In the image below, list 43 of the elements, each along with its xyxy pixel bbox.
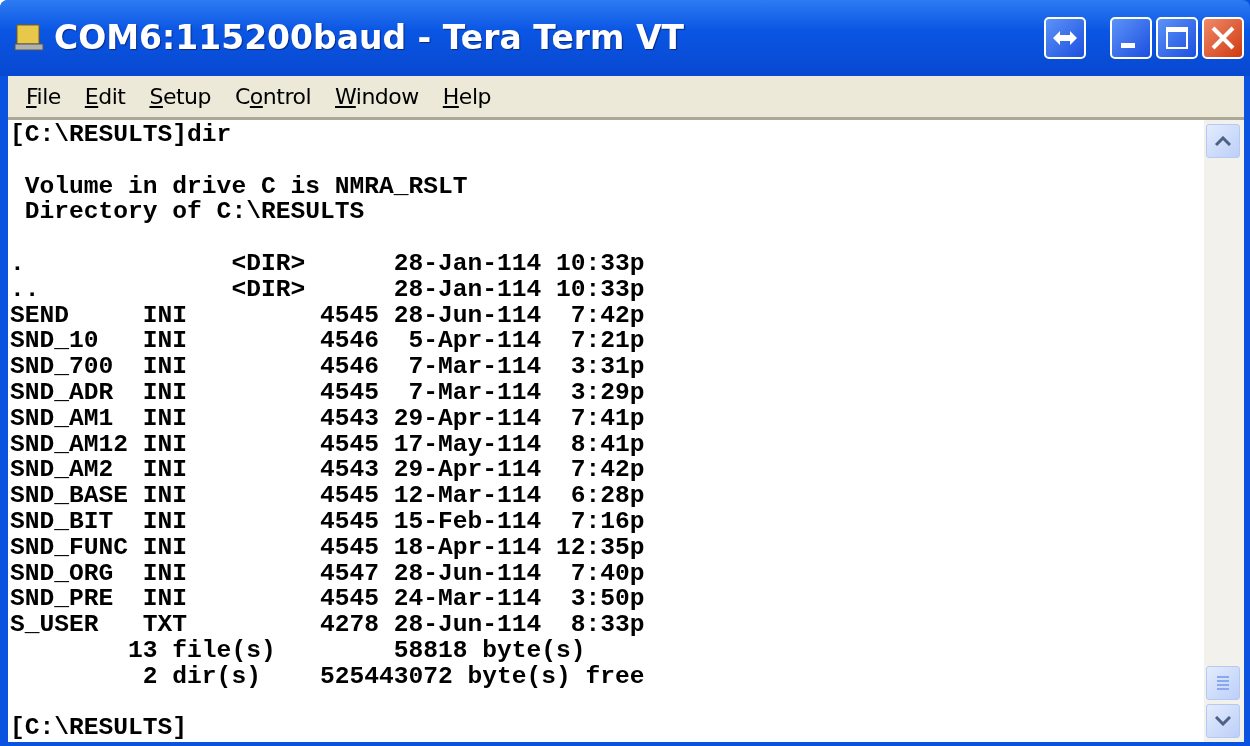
terminal-line: S_USER TXT 4278 28-Jun-114 8:33p xyxy=(10,612,646,638)
close-icon xyxy=(1210,25,1236,51)
menu-item[interactable]: File xyxy=(14,80,73,113)
terminal-line: 2 dir(s) 525443072 byte(s) free xyxy=(141,663,646,690)
grip-icon xyxy=(1216,675,1230,691)
terminal-line: . <DIR> 28-Jan-114 10:33p xyxy=(10,251,646,277)
maximize-button[interactable] xyxy=(1156,17,1198,59)
menu-item[interactable]: Help xyxy=(430,80,503,113)
menu-item[interactable]: Control xyxy=(223,80,324,113)
menu-item[interactable]: Setup xyxy=(137,80,223,113)
terminal-line: SND_ADR INI 4545 7-Mar-114 3:29p xyxy=(10,379,646,406)
terminal-line: Volume in drive C is NMRA_RSLT xyxy=(23,173,469,200)
terminal-line: SND_AM12 INI 4545 17-May-114 8:41p xyxy=(10,431,646,458)
terminal-line: Directory of C:\RESULTS xyxy=(23,199,366,226)
terminal-line: SEND INI 4545 28-Jun-114 7:42p xyxy=(10,302,646,329)
terminal-line: [C:\RESULTS]dir xyxy=(10,122,233,148)
minimize-button[interactable] xyxy=(1110,17,1152,59)
terminal-line: SND_ORG INI 4547 28-Jun-114 7:40p xyxy=(10,560,646,587)
terminal-line: SND_AM2 INI 4543 29-Apr-114 7:42p xyxy=(10,457,646,484)
terminal-line: SND_FUNC INI 4545 18-Apr-114 12:35p xyxy=(10,534,646,561)
terminal-line: SND_BASE INI 4545 12-Mar-114 6:28p xyxy=(10,483,646,509)
terminal-line: 13 file(s) 58818 byte(s) xyxy=(127,637,587,664)
menu-item[interactable]: Edit xyxy=(72,80,138,113)
terminal-line: SND_BIT INI 4545 15-Feb-114 7:16p xyxy=(10,508,646,535)
menu-item[interactable]: Window xyxy=(323,80,431,113)
terminal-app-icon xyxy=(14,23,44,53)
window-title: COM6:115200baud - Tera Term VT xyxy=(54,17,684,60)
close-button[interactable] xyxy=(1202,17,1244,59)
terminal-line: SND_AM1 INI 4543 29-Apr-114 7:41p xyxy=(10,405,646,432)
terminal-line: [C:\RESULTS] xyxy=(10,715,189,742)
minimize-icon xyxy=(1121,42,1135,48)
terminal-line: SND_700 INI 4546 7-Mar-114 3:31p xyxy=(10,354,646,380)
scroll-up-button[interactable] xyxy=(1206,124,1240,158)
maximize-icon xyxy=(1165,26,1189,50)
resize-button[interactable] xyxy=(1044,17,1086,59)
up-chevron-icon xyxy=(1215,136,1231,146)
down-chevron-icon xyxy=(1215,716,1231,726)
double-arrow-icon xyxy=(1053,31,1077,45)
scroll-thumb[interactable] xyxy=(1206,666,1240,700)
terminal-line: .. <DIR> 28-Jan-114 10:33p xyxy=(10,276,646,303)
terminal-line: SND_10 INI 4546 5-Apr-114 7:21p xyxy=(10,328,646,355)
scroll-down-button[interactable] xyxy=(1206,704,1240,738)
terminal-line: SND_PRE INI 4545 24-Mar-114 3:50p xyxy=(10,586,646,613)
